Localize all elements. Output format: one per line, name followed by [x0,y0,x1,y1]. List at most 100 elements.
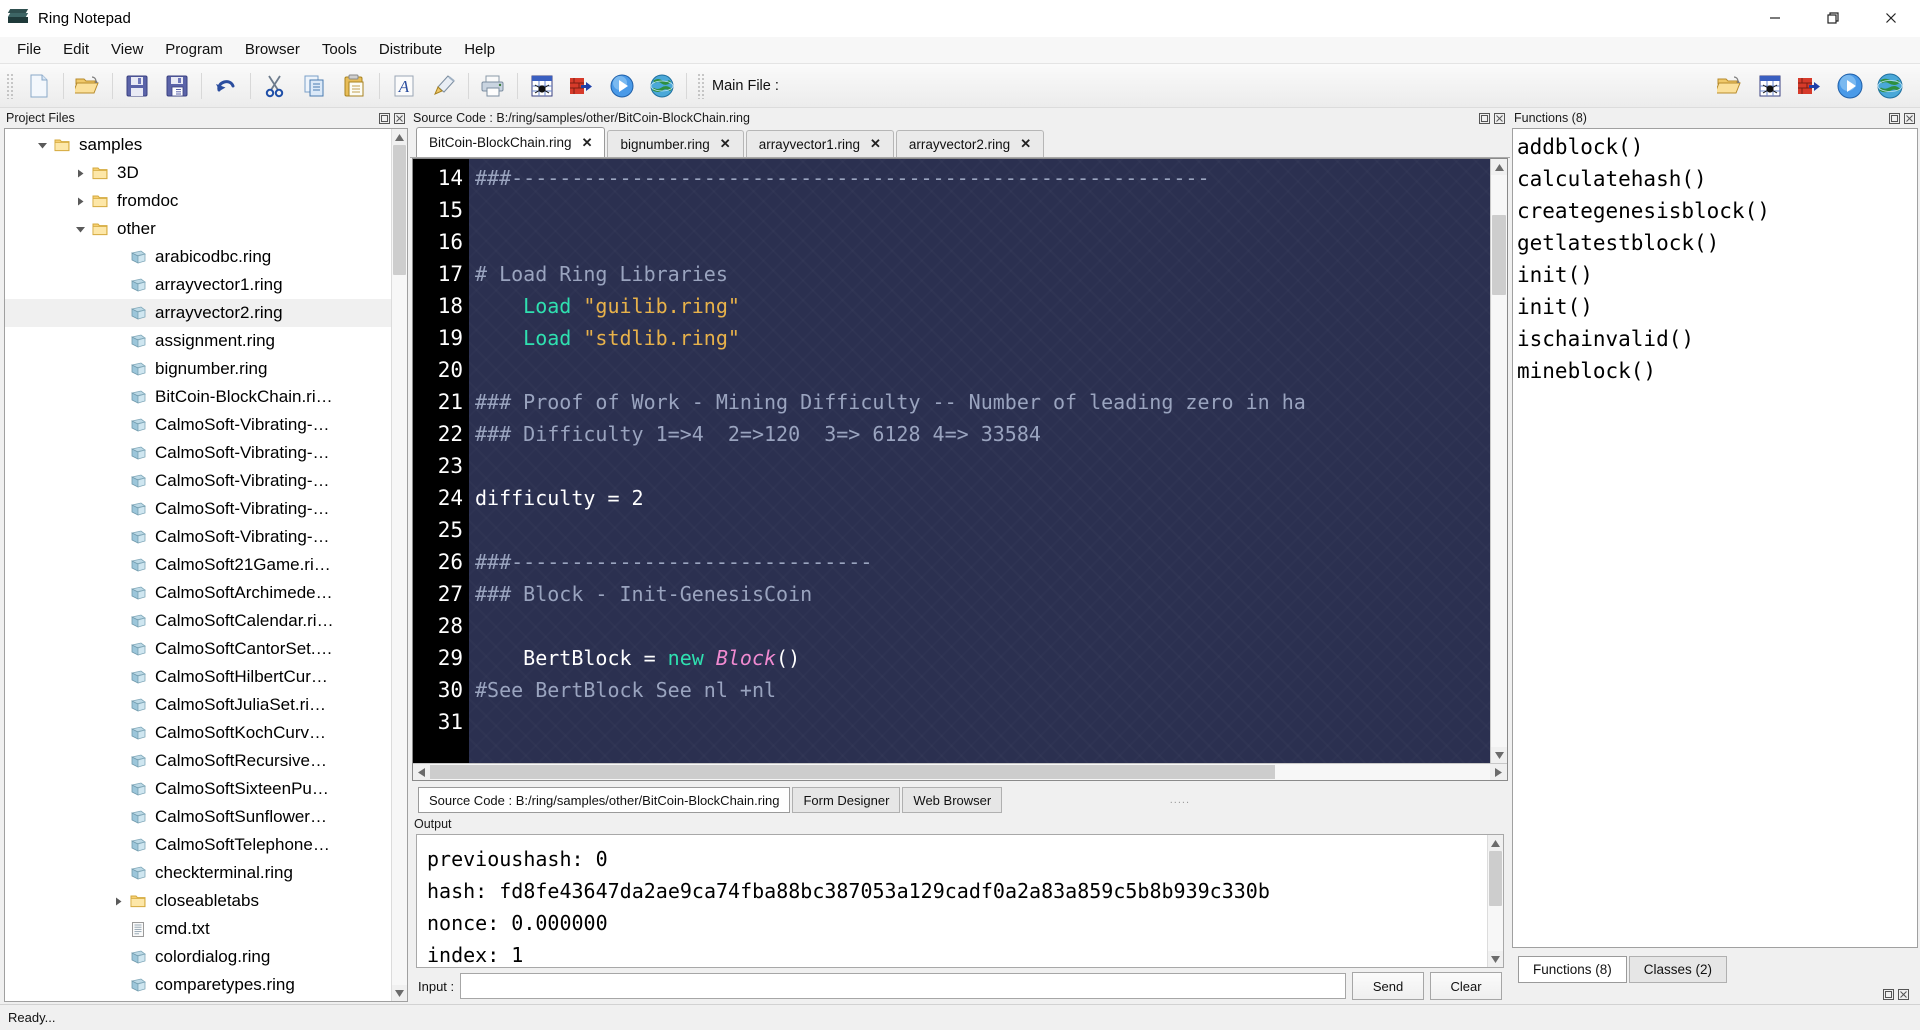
source-float-icon[interactable] [1478,112,1490,124]
function-list-item[interactable]: init() [1513,259,1917,291]
function-list-item[interactable]: mineblock() [1513,355,1917,387]
close-button[interactable] [1862,0,1920,37]
tree-item-other[interactable]: other [5,215,391,243]
new-file-icon[interactable] [19,68,59,104]
code-content[interactable]: ###-------------------------------------… [469,159,1490,763]
scroll-up-icon[interactable] [392,129,407,145]
scroll-thumb[interactable] [393,145,406,275]
code-line[interactable] [469,194,1490,226]
menu-view[interactable]: View [100,38,154,62]
tree-item-arrayvector1-ring[interactable]: arrayvector1.ring [5,271,391,299]
view-mode-tabs[interactable]: Source Code : B:/ring/samples/other/BitC… [410,786,1510,814]
close-tab-icon[interactable]: ✕ [870,136,881,152]
code-line[interactable]: difficulty = 2 [469,482,1490,514]
chevron-down-icon[interactable] [33,142,51,149]
splitter-grip[interactable]: ..... [1170,794,1190,806]
tab-classes[interactable]: Classes (2) [1629,956,1727,983]
toolbar-grip[interactable] [6,73,15,99]
send-button[interactable]: Send [1352,972,1424,1000]
editor-vertical-scrollbar[interactable] [1490,159,1507,763]
menu-program[interactable]: Program [154,38,234,62]
editor-tab-arrayvector1-ring[interactable]: arrayvector1.ring✕ [746,130,894,157]
chevron-right-icon[interactable] [71,197,89,206]
color-icon[interactable] [424,68,464,104]
tree-item-calmosoft-vibrating[interactable]: CalmoSoft-Vibrating-… [5,439,391,467]
tree-item-samples[interactable]: samples [5,131,391,159]
code-line[interactable] [469,706,1490,738]
editor-scroll-track[interactable] [1491,175,1507,747]
functions-list[interactable]: addblock()calculatehash()creategenesisbl… [1512,128,1918,948]
tree-item-calmosoftsixteenpu[interactable]: CalmoSoftSixteenPu… [5,775,391,803]
globe-icon[interactable] [1870,68,1910,104]
editor-scroll-up-icon[interactable] [1491,159,1507,175]
functions-bottom-close-icon[interactable] [1897,988,1909,1000]
chevron-down-icon[interactable] [71,226,89,233]
run-icon[interactable] [602,68,642,104]
tab-functions[interactable]: Functions (8) [1518,956,1627,983]
code-line[interactable] [469,514,1490,546]
code-line[interactable]: # Load Ring Libraries [469,258,1490,290]
project-files-close-icon[interactable] [393,112,405,124]
function-list-item[interactable]: init() [1513,291,1917,323]
tree-item-calmosoft-vibrating[interactable]: CalmoSoft-Vibrating-… [5,495,391,523]
save-icon[interactable] [117,68,157,104]
tree-item-cmd-txt[interactable]: cmd.txt [5,915,391,943]
tree-item-checkterminal-ring[interactable]: checkterminal.ring [5,859,391,887]
tree-item-calmosoftcalendar-ri[interactable]: CalmoSoftCalendar.ri… [5,607,391,635]
tree-item-calmosofttelephone[interactable]: CalmoSoftTelephone… [5,831,391,859]
tree-item-calmosofthilbertcur[interactable]: CalmoSoftHilbertCur… [5,663,391,691]
minimize-button[interactable] [1746,0,1804,37]
tree-item-calmosoftsunflower[interactable]: CalmoSoftSunflower… [5,803,391,831]
output-scroll-thumb[interactable] [1489,851,1502,906]
functions-classes-tabs[interactable]: Functions (8)Classes (2) [1510,954,1920,984]
cut-icon[interactable] [255,68,295,104]
tree-item-calmosoft21game-ri[interactable]: CalmoSoft21Game.ri… [5,551,391,579]
project-files-float-icon[interactable] [378,112,390,124]
tree-item-calmosoftjuliaset-ri[interactable]: CalmoSoftJuliaSet.ri… [5,691,391,719]
code-line[interactable]: Load "stdlib.ring" [469,322,1490,354]
view-tab-form-designer[interactable]: Form Designer [792,787,900,813]
code-line[interactable]: ### Proof of Work - Mining Difficulty --… [469,386,1490,418]
editor-tab-arrayvector2-ring[interactable]: arrayvector2.ring✕ [896,130,1044,157]
clear-button[interactable]: Clear [1430,972,1502,1000]
editor-scroll-right-icon[interactable] [1490,764,1507,780]
close-tab-icon[interactable]: ✕ [720,136,731,152]
editor-hscroll-thumb[interactable] [430,765,1275,779]
menu-tools[interactable]: Tools [311,38,368,62]
build-icon[interactable] [562,68,602,104]
project-files-tree[interactable]: samples3Dfromdocotherarabicodbc.ringarra… [5,129,391,1001]
code-editor[interactable]: 141516171819202122232425262728293031 ###… [412,158,1508,781]
functions-close-icon[interactable] [1903,112,1915,124]
editor-scroll-down-icon[interactable] [1491,747,1507,763]
menu-browser[interactable]: Browser [234,38,311,62]
debug-icon[interactable] [522,68,562,104]
tree-item-colordialog-ring[interactable]: colordialog.ring [5,943,391,971]
code-line[interactable] [469,610,1490,642]
code-line[interactable]: ### Block - Init-GenesisCoin [469,578,1490,610]
menu-help[interactable]: Help [453,38,506,62]
project-files-scrollbar[interactable] [391,129,407,1001]
menu-edit[interactable]: Edit [52,38,100,62]
output-body[interactable]: previoushash: 0hash: fd8fe43647da2ae9ca7… [416,834,1504,968]
close-tab-icon[interactable]: ✕ [1020,136,1031,152]
tree-item-arrayvector2-ring[interactable]: arrayvector2.ring [5,299,391,327]
toolbar-grip-2[interactable] [697,73,706,99]
editor-scroll-thumb[interactable] [1492,215,1506,295]
open-folder-icon[interactable] [1710,68,1750,104]
editor-tab-bitcoin-blockchain-ring[interactable]: BitCoin-BlockChain.ring✕ [416,127,605,157]
code-line[interactable]: Load "guilib.ring" [469,290,1490,322]
output-scroll-up-icon[interactable] [1488,835,1503,851]
print-icon[interactable] [473,68,513,104]
function-list-item[interactable]: calculatehash() [1513,163,1917,195]
scroll-down-icon[interactable] [392,985,407,1001]
chevron-right-icon[interactable] [71,169,89,178]
function-list-item[interactable]: creategenesisblock() [1513,195,1917,227]
menu-file[interactable]: File [6,38,52,62]
view-tab-source-code[interactable]: Source Code : B:/ring/samples/other/BitC… [418,787,790,813]
tree-item-closeabletabs[interactable]: closeabletabs [5,887,391,915]
code-line[interactable]: ###------------------------------ [469,546,1490,578]
code-line[interactable] [469,450,1490,482]
tree-item-calmosoft-vibrating[interactable]: CalmoSoft-Vibrating-… [5,411,391,439]
function-list-item[interactable]: addblock() [1513,131,1917,163]
code-line[interactable]: BertBlock = new Block() [469,642,1490,674]
